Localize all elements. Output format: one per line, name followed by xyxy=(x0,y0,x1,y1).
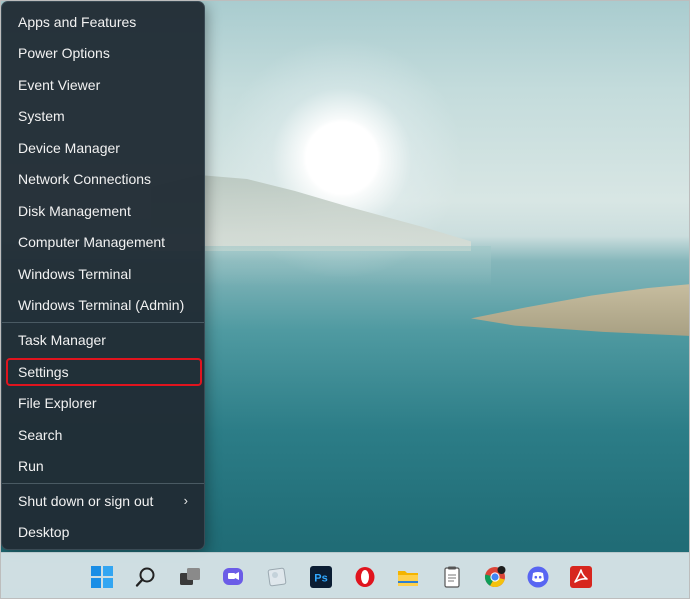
wallpaper-reflection xyxy=(201,246,491,286)
menu-item-network-connections[interactable]: Network Connections xyxy=(6,165,202,193)
menu-item-file-explorer[interactable]: File Explorer xyxy=(6,389,202,417)
photoshop-icon[interactable]: Ps xyxy=(310,566,332,588)
menu-item-computer-management[interactable]: Computer Management xyxy=(6,228,202,256)
menu-item-event-viewer[interactable]: Event Viewer xyxy=(6,71,202,99)
menu-item-device-manager[interactable]: Device Manager xyxy=(6,134,202,162)
chrome-icon[interactable] xyxy=(484,566,506,588)
widgets-icon[interactable] xyxy=(266,566,288,588)
chevron-right-icon: › xyxy=(183,493,188,508)
menu-item-settings[interactable]: Settings xyxy=(6,358,202,386)
discord-icon[interactable] xyxy=(527,566,549,588)
acrobat-icon[interactable] xyxy=(570,566,592,588)
menu-divider xyxy=(2,322,204,323)
notepad-icon[interactable] xyxy=(441,566,463,588)
menu-item-disk-management[interactable]: Disk Management xyxy=(6,197,202,225)
taskbar: Ps xyxy=(1,552,689,598)
task-view-icon[interactable] xyxy=(179,566,201,588)
menu-item-desktop[interactable]: Desktop xyxy=(6,518,202,546)
menu-item-label: Shut down or sign out xyxy=(18,493,154,509)
menu-divider xyxy=(2,483,204,484)
search-icon[interactable] xyxy=(135,566,157,588)
menu-item-run[interactable]: Run xyxy=(6,452,202,480)
winx-context-menu: Apps and Features Power Options Event Vi… xyxy=(1,1,205,550)
menu-item-power-options[interactable]: Power Options xyxy=(6,39,202,67)
menu-item-system[interactable]: System xyxy=(6,102,202,130)
chat-icon[interactable] xyxy=(222,566,244,588)
start-icon[interactable] xyxy=(91,566,113,588)
menu-item-windows-terminal-admin[interactable]: Windows Terminal (Admin) xyxy=(6,291,202,319)
photoshop-label: Ps xyxy=(314,573,327,585)
menu-item-windows-terminal[interactable]: Windows Terminal xyxy=(6,260,202,288)
menu-item-shut-down-or-sign-out[interactable]: Shut down or sign out › xyxy=(6,487,202,515)
opera-icon[interactable] xyxy=(354,566,376,588)
menu-item-search[interactable]: Search xyxy=(6,421,202,449)
file-explorer-icon[interactable] xyxy=(397,566,419,588)
desktop-screen: Apps and Features Power Options Event Vi… xyxy=(0,0,690,599)
menu-item-apps-and-features[interactable]: Apps and Features xyxy=(6,8,202,36)
menu-item-task-manager[interactable]: Task Manager xyxy=(6,326,202,354)
